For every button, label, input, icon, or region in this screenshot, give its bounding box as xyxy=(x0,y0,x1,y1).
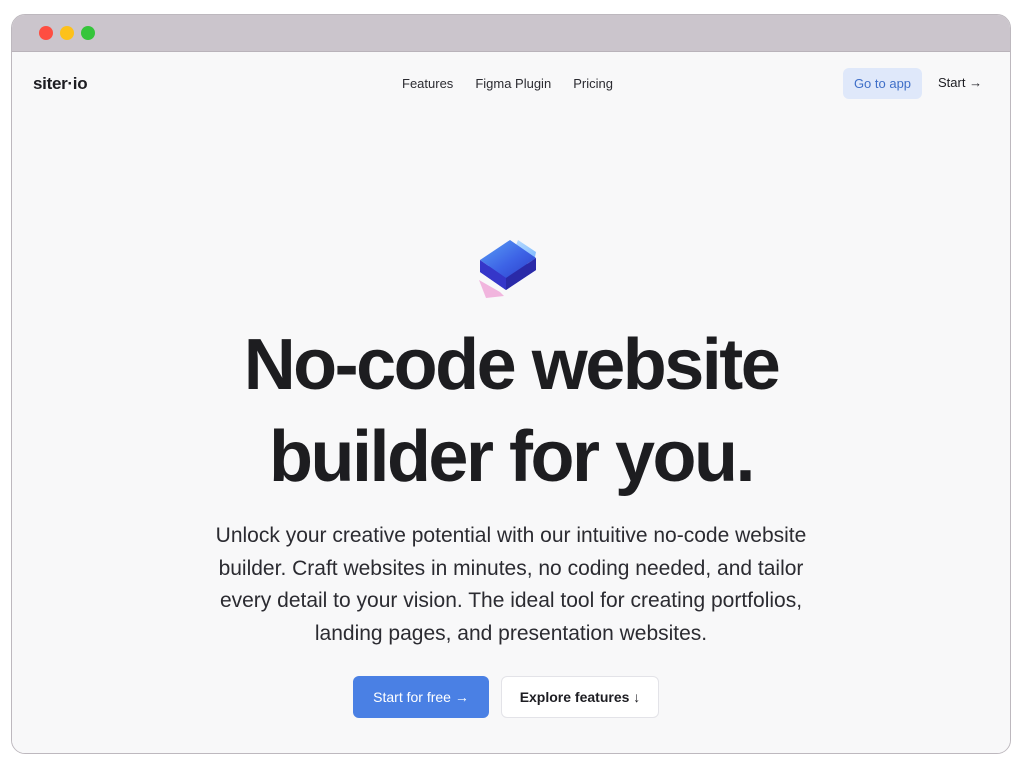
start-link[interactable]: Start → xyxy=(938,75,982,90)
close-window-button[interactable] xyxy=(39,26,53,40)
site-logo[interactable]: siter·io xyxy=(33,74,88,94)
minimize-window-button[interactable] xyxy=(60,26,74,40)
headline-line-2: builder for you. xyxy=(268,417,756,497)
hero-description: Unlock your creative potential with our … xyxy=(215,524,807,645)
window-titlebar xyxy=(12,15,1010,52)
go-to-app-button[interactable]: Go to app xyxy=(843,68,922,99)
headline-line-1: No-code website xyxy=(243,325,781,405)
nav-link-features[interactable]: Features xyxy=(402,76,453,91)
top-navigation: siter·io Features Figma Plugin Pricing G… xyxy=(12,52,1010,118)
start-for-free-button[interactable]: Start for free → xyxy=(353,676,489,718)
siter-logo-icon xyxy=(479,240,536,298)
nav-link-figma-plugin[interactable]: Figma Plugin xyxy=(475,76,551,91)
maximize-window-button[interactable] xyxy=(81,26,95,40)
hero-headline: No-code website builder for you. xyxy=(72,319,950,503)
landing-page: siter·io Features Figma Plugin Pricing G… xyxy=(12,52,1010,753)
explore-features-button[interactable]: Explore features ↓ xyxy=(501,676,659,718)
browser-window: siter·io Features Figma Plugin Pricing G… xyxy=(11,14,1011,754)
nav-link-pricing[interactable]: Pricing xyxy=(573,76,613,91)
nav-links: Features Figma Plugin Pricing xyxy=(402,76,613,91)
